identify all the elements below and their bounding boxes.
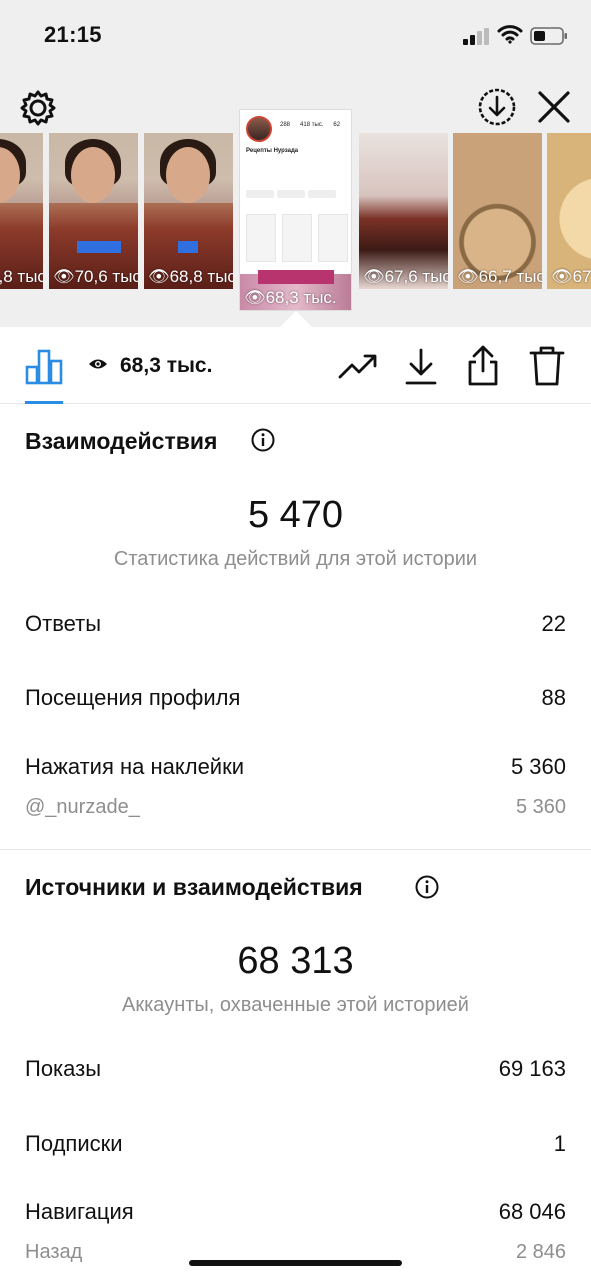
stat-subrow-sticker: @_nurzade_ 5 360 bbox=[25, 796, 566, 818]
discovery-total: 68 313 bbox=[237, 940, 354, 982]
download-circle-icon[interactable] bbox=[477, 87, 517, 127]
eye-icon bbox=[89, 359, 107, 369]
stat-row-profile-visits: Посещения профиля 88 bbox=[25, 685, 566, 710]
profile-stats: 288 418 тыс. 62 bbox=[280, 122, 341, 128]
story-thumbnail[interactable]: 👁66,7 тыс. bbox=[453, 133, 542, 289]
story-views: 👁67 bbox=[551, 267, 591, 286]
trash-icon[interactable] bbox=[529, 345, 565, 387]
profile-name: Рецепты Нурзада bbox=[246, 148, 299, 154]
stat-row-impressions: Показы 69 163 bbox=[25, 1056, 566, 1081]
selection-pointer bbox=[280, 311, 312, 327]
gear-icon[interactable] bbox=[19, 89, 57, 127]
story-views: 👁66,7 тыс. bbox=[457, 267, 542, 286]
story-thumbnail[interactable]: 👁67,6 тыс. bbox=[359, 133, 448, 289]
share-icon[interactable] bbox=[466, 345, 500, 387]
signal-icon bbox=[463, 28, 489, 45]
stat-row-sticker-taps: Нажатия на наклейки 5 360 bbox=[25, 754, 566, 779]
wifi-icon bbox=[497, 25, 523, 44]
download-icon[interactable] bbox=[404, 347, 438, 387]
story-thumbnail[interactable]: 👁68,8 тыс. bbox=[0, 133, 43, 289]
views-count: 68,3 тыс. bbox=[120, 354, 213, 377]
battery-icon bbox=[530, 27, 567, 45]
status-bar: 21:15 bbox=[0, 0, 591, 70]
interactions-title: Взаимодействия bbox=[25, 428, 218, 454]
story-sticker bbox=[258, 270, 334, 284]
story-thumbnail[interactable]: 👁67 bbox=[547, 133, 591, 289]
story-views: 👁68,3 тыс. bbox=[244, 288, 337, 307]
story-views: 👁67,6 тыс. bbox=[363, 267, 448, 286]
interactions-caption: Статистика действий для этой истории bbox=[113, 548, 478, 570]
stat-row-navigation: Навигация 68 046 bbox=[25, 1199, 566, 1224]
story-views: 👁68,8 тыс. bbox=[148, 267, 233, 286]
current-story-thumbnail[interactable]: 288 418 тыс. 62 Рецепты Нурзада 👁68,3 ты… bbox=[239, 109, 352, 311]
discovery-caption: Аккаунты, охваченные этой историей bbox=[122, 994, 469, 1016]
story-thumbnail[interactable]: 👁68,8 тыс. bbox=[144, 133, 233, 289]
bar-chart-icon[interactable] bbox=[25, 349, 63, 385]
insights-toolbar: 68,3 тыс. bbox=[0, 327, 591, 404]
story-views: 👁68,8 тыс. bbox=[0, 267, 43, 286]
trending-icon[interactable] bbox=[338, 349, 378, 383]
stories-header-area: 21:15 👁68,8 тыс. bbox=[0, 0, 591, 327]
status-time: 21:15 bbox=[44, 22, 102, 47]
close-icon[interactable] bbox=[535, 88, 573, 126]
story-views: 👁70,6 тыс. bbox=[53, 267, 138, 286]
discovery-title: Источники и взаимодействия bbox=[25, 874, 363, 900]
interactions-total: 5 470 bbox=[247, 494, 344, 536]
info-icon[interactable] bbox=[251, 428, 275, 452]
stat-row-replies: Ответы 22 bbox=[25, 611, 566, 636]
active-tab-indicator bbox=[25, 401, 63, 404]
story-thumbnail[interactable]: 👁70,6 тыс. bbox=[49, 133, 138, 289]
info-icon[interactable] bbox=[415, 875, 439, 899]
stat-row-follows: Подписки 1 bbox=[25, 1131, 566, 1156]
home-indicator bbox=[189, 1260, 402, 1266]
avatar bbox=[246, 116, 272, 142]
section-divider bbox=[0, 849, 591, 850]
